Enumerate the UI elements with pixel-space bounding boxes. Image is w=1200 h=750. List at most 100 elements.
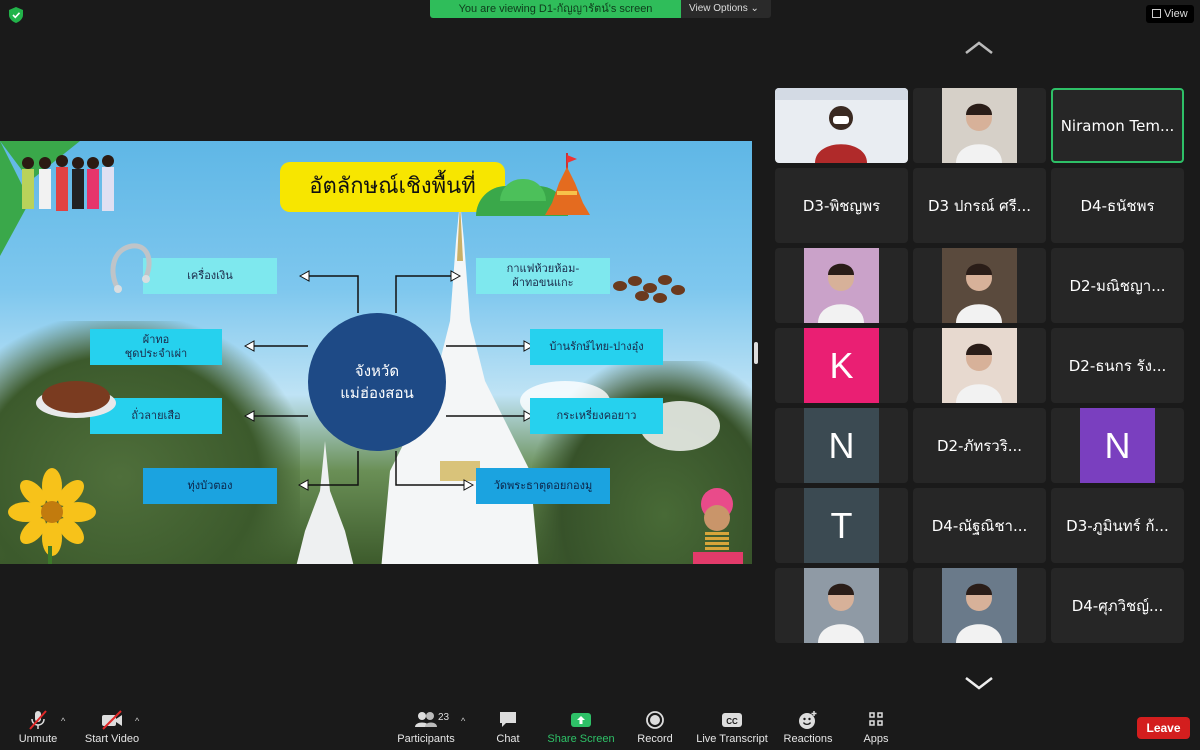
unmute-label: Unmute: [18, 733, 58, 745]
participant-photo: [942, 568, 1017, 643]
participant-name: Niramon Tem...: [1060, 116, 1175, 135]
meeting-toolbar: Unmute ^ Start Video ^ Participants 23 ^…: [0, 704, 1200, 750]
apps-icon: [869, 712, 883, 726]
chat-button[interactable]: Chat: [490, 704, 526, 750]
participant-photo: [942, 88, 1017, 163]
reactions-smiley-icon: [799, 711, 817, 729]
participant-tile[interactable]: D4-ศุภวิชญ์...: [1051, 568, 1184, 643]
panel-splitter-handle[interactable]: [754, 342, 758, 364]
gallery-view-icon: [1152, 9, 1161, 18]
reactions-button[interactable]: Reactions: [782, 704, 834, 750]
participant-tile[interactable]: D4-ณัฐณิชา...: [913, 488, 1046, 563]
participant-tile[interactable]: [913, 88, 1046, 163]
participant-tile[interactable]: D2-ภัทรวริ...: [913, 408, 1046, 483]
participant-video-feed: [775, 88, 908, 163]
center-node: จังหวัด แม่ฮ่องสอน: [308, 313, 446, 451]
participant-name: D3-ภูมินทร์ ก้...: [1066, 516, 1169, 535]
node-coffee: กาแฟห้วยห้อม- ผ้าทอขนแกะ: [476, 258, 610, 294]
participant-tile[interactable]: [775, 248, 908, 323]
start-video-button[interactable]: Start Video: [82, 704, 142, 750]
participant-initial-avatar: N: [1080, 408, 1155, 483]
view-options-button[interactable]: View Options ⌄: [681, 0, 771, 18]
viewing-banner: You are viewing D1-กัญญารัตน์'s screen: [430, 0, 681, 18]
participant-name: D3 ปกรณ์ ศรี...: [927, 196, 1032, 215]
silver-bracelet-image: [110, 243, 152, 293]
participant-tile[interactable]: N: [775, 408, 908, 483]
participants-button[interactable]: Participants: [395, 704, 457, 750]
participant-tile[interactable]: [913, 248, 1046, 323]
participants-caret-icon[interactable]: ^: [461, 716, 465, 726]
svg-text:CC: CC: [726, 717, 738, 726]
video-options-caret-icon[interactable]: ^: [135, 716, 139, 726]
record-icon: [646, 711, 664, 729]
node-village: บ้านรักษ์ไทย-ปางอุ๋ง: [530, 329, 663, 365]
participant-photo: [942, 328, 1017, 403]
participant-tile[interactable]: [913, 328, 1046, 403]
participant-photo: [942, 248, 1017, 323]
share-screen-button[interactable]: Share Screen: [547, 704, 615, 750]
participant-name: D2-ธนกร รัง...: [1068, 356, 1167, 375]
participant-tile[interactable]: [913, 568, 1046, 643]
microphone-muted-icon: [29, 710, 47, 730]
node-cloth: ผ้าทอ ชุดประจำเผ่า: [90, 329, 222, 365]
node-tung: ทุ่งบัวตอง: [143, 468, 277, 504]
participant-initial-avatar: T: [804, 488, 879, 563]
participant-count: 23: [438, 712, 450, 723]
closed-captions-icon: CC: [722, 713, 742, 727]
participant-name: D4-ณัฐณิชา...: [931, 516, 1028, 535]
participant-name: D2-ภัทรวริ...: [936, 436, 1023, 455]
apps-label: Apps: [863, 733, 889, 745]
karen-woman-image: [693, 488, 743, 564]
live-transcript-label: Live Transcript: [696, 733, 768, 745]
chevron-down-icon: ⌄: [750, 3, 759, 14]
participant-tile[interactable]: D2-ธนกร รัง...: [1051, 328, 1184, 403]
view-options-label: View Options: [689, 3, 748, 14]
chevron-down-icon[interactable]: [963, 675, 995, 691]
record-button[interactable]: Record: [634, 704, 676, 750]
audio-options-caret-icon[interactable]: ^: [61, 716, 65, 726]
unmute-button[interactable]: Unmute: [12, 704, 64, 750]
view-button[interactable]: View: [1146, 5, 1194, 23]
node-karen: กระเหรี่ยงคอยาว: [530, 398, 663, 434]
tribal-people-image: [0, 141, 114, 256]
share-screen-label: Share Screen: [547, 733, 615, 745]
participant-tile[interactable]: [775, 568, 908, 643]
participant-name: D4-ธนัชพร: [1080, 196, 1155, 215]
leave-button[interactable]: Leave: [1137, 717, 1190, 739]
participants-label: Participants: [397, 733, 455, 745]
participant-name: D3-พิชญพร: [802, 196, 881, 215]
participant-photo: [804, 248, 879, 323]
participant-photo: [804, 568, 879, 643]
share-screen-icon: [571, 713, 591, 727]
participant-tile[interactable]: T: [775, 488, 908, 563]
participant-initial-avatar: K: [804, 328, 879, 403]
chevron-up-icon[interactable]: [963, 40, 995, 56]
live-transcript-button[interactable]: CC Live Transcript: [694, 704, 770, 750]
center-node-line2: แม่ฮ่องสอน: [340, 384, 414, 402]
node-temple: วัดพระธาตุดอยกองมู: [476, 468, 610, 504]
participant-tile[interactable]: N: [1051, 408, 1184, 483]
participant-tile[interactable]: Niramon Tem...: [1051, 88, 1184, 163]
start-video-label: Start Video: [84, 733, 140, 745]
participant-tile[interactable]: D2-มณิชญา...: [1051, 248, 1184, 323]
node-silver: เครื่องเงิน: [143, 258, 277, 294]
video-camera-off-icon: [102, 710, 122, 730]
chat-bubble-icon: [500, 712, 516, 727]
participant-name: D4-ศุภวิชญ์...: [1071, 596, 1164, 615]
participant-tile[interactable]: D4-ธนัชพร: [1051, 168, 1184, 243]
participant-tile[interactable]: D3 ปกรณ์ ศรี...: [913, 168, 1046, 243]
participant-tile[interactable]: D3-พิชญพร: [775, 168, 908, 243]
participant-tile[interactable]: D3-ภูมินทร์ ก้...: [1051, 488, 1184, 563]
apps-button[interactable]: Apps: [858, 704, 894, 750]
participant-tile[interactable]: [775, 88, 908, 163]
peanut-bowl-image: [36, 381, 116, 418]
participants-icon: [415, 712, 437, 727]
encryption-shield-icon[interactable]: [9, 7, 23, 23]
reactions-label: Reactions: [783, 733, 833, 745]
chat-label: Chat: [496, 733, 520, 745]
record-label: Record: [637, 733, 673, 745]
sunflower-image: [8, 468, 96, 564]
view-label: View: [1164, 8, 1188, 20]
participant-tile[interactable]: K: [775, 328, 908, 403]
shared-screen[interactable]: อัตลักษณ์เชิงพื้นที่ จังหวัด แม่ฮ่องสอน …: [0, 141, 752, 564]
